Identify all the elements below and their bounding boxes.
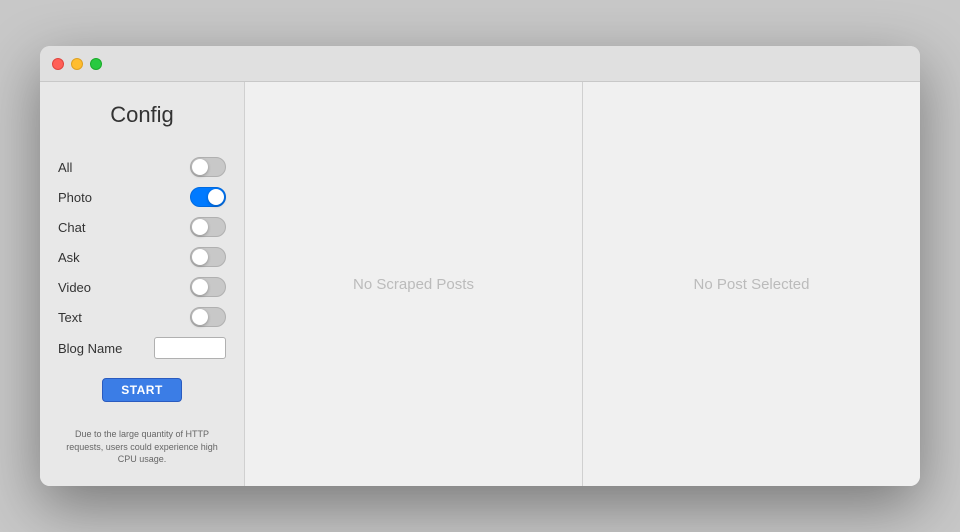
toggle-all[interactable]: [190, 157, 226, 177]
blog-name-input[interactable]: [154, 337, 226, 359]
config-rows: All Photo Chat: [40, 152, 244, 364]
close-button[interactable]: [52, 58, 64, 70]
config-row-chat: Chat: [58, 212, 226, 242]
toggle-knob-chat: [192, 219, 208, 235]
sidebar-title: Config: [40, 102, 244, 128]
toggle-video[interactable]: [190, 277, 226, 297]
blog-name-row: Blog Name: [58, 332, 226, 364]
app-window: Config All Photo: [40, 46, 920, 486]
title-bar: [40, 46, 920, 82]
maximize-button[interactable]: [90, 58, 102, 70]
sidebar: Config All Photo: [40, 82, 245, 486]
blog-name-label: Blog Name: [58, 341, 122, 356]
toggle-ask[interactable]: [190, 247, 226, 267]
config-row-ask: Ask: [58, 242, 226, 272]
toggle-text[interactable]: [190, 307, 226, 327]
config-row-all: All: [58, 152, 226, 182]
toggle-knob-video: [192, 279, 208, 295]
toggle-knob-photo: [208, 189, 224, 205]
start-button[interactable]: START: [102, 378, 182, 402]
toggle-knob-ask: [192, 249, 208, 265]
minimize-button[interactable]: [71, 58, 83, 70]
toggle-photo[interactable]: [190, 187, 226, 207]
toggle-knob-text: [192, 309, 208, 325]
config-label-text: Text: [58, 310, 82, 325]
config-row-photo: Photo: [58, 182, 226, 212]
start-btn-container: START: [40, 378, 244, 402]
config-label-all: All: [58, 160, 72, 175]
main-content: Config All Photo: [40, 82, 920, 486]
traffic-lights: [52, 58, 102, 70]
middle-panel: No Scraped Posts: [245, 82, 583, 486]
config-label-ask: Ask: [58, 250, 80, 265]
config-row-text: Text: [58, 302, 226, 332]
right-panel: No Post Selected: [583, 82, 920, 486]
warning-text: Due to the large quantity of HTTP reques…: [40, 418, 244, 476]
toggle-knob-all: [192, 159, 208, 175]
no-scraped-posts-label: No Scraped Posts: [353, 276, 474, 293]
no-post-selected-label: No Post Selected: [694, 276, 810, 293]
config-label-video: Video: [58, 280, 91, 295]
config-label-photo: Photo: [58, 190, 92, 205]
config-label-chat: Chat: [58, 220, 85, 235]
config-row-video: Video: [58, 272, 226, 302]
toggle-chat[interactable]: [190, 217, 226, 237]
